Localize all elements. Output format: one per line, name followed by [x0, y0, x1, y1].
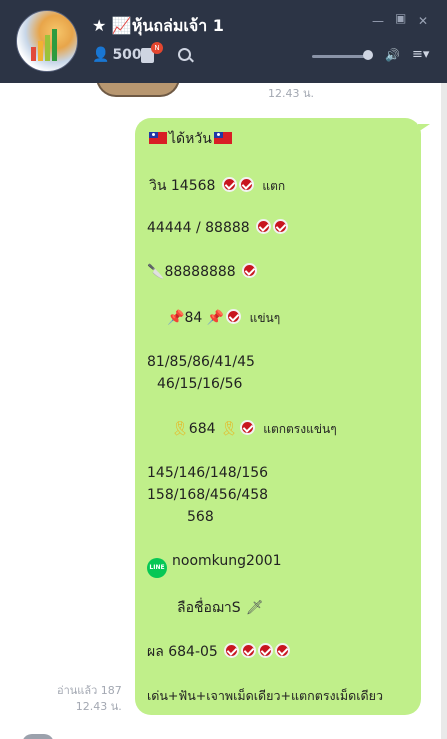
- knife-icon: 🔪: [147, 264, 165, 280]
- message-line-6a: 81/85/86/41/45: [147, 354, 255, 370]
- line9-text: noomkung2001: [172, 553, 282, 569]
- taiwan-flag-icon: [213, 132, 232, 144]
- line5-number: 84: [184, 310, 203, 326]
- avatar-bar: [38, 41, 43, 61]
- message-line-12: เด่น+ฟัน+เจาพเม็ดเดียว+แตกตรงเม็ดเดียว: [147, 688, 384, 703]
- taiwan-flag-icon: [149, 132, 167, 144]
- member-count[interactable]: 👤 500: [92, 47, 142, 63]
- message-line-9: LINE noomkung2001: [147, 553, 282, 578]
- ribbon-icon: 🎗: [219, 421, 238, 437]
- line7-suffix: แตกตรงแข่นๆ: [263, 422, 337, 436]
- previous-sticker: [96, 83, 180, 97]
- volume-slider[interactable]: [312, 50, 373, 60]
- message-line-8a: 145/146/148/156: [147, 465, 269, 481]
- message-line-1: ได้หวัน: [147, 128, 234, 150]
- check-icon: [224, 643, 240, 658]
- line2-suffix: แตก: [262, 179, 286, 193]
- member-count-value: 500: [112, 47, 142, 63]
- members-icon: 👤: [92, 47, 110, 63]
- check-icon: [258, 643, 274, 658]
- message-line-6b: 46/15/16/56: [157, 376, 243, 392]
- line1-text: ได้หวัน: [169, 131, 212, 147]
- notes-icon[interactable]: N: [141, 42, 163, 63]
- notes-badge: N: [151, 42, 163, 54]
- line2-text: วิน 14568: [149, 178, 216, 194]
- search-icon[interactable]: [178, 48, 191, 61]
- message-line-7: 🎗684 🎗 แตกตรงแข่นๆ: [171, 420, 337, 439]
- read-count: อ่านแล้ว 187: [57, 684, 122, 697]
- check-icon: [241, 643, 257, 658]
- group-title: ★ 📈หุ้นถล่มเจ้า 1: [92, 16, 224, 35]
- message-timestamp-top: 12.43 น.: [268, 87, 315, 100]
- message-line-2: วิน 14568 แตก: [149, 175, 285, 197]
- check-icon: [256, 219, 272, 234]
- check-icon: [242, 263, 258, 278]
- line5-suffix: แข่นๆ: [249, 311, 281, 325]
- menu-icon[interactable]: ≡▾: [412, 47, 429, 62]
- speaker-icon[interactable]: 🔊: [385, 48, 400, 62]
- message-line-3: 44444 / 88888: [147, 219, 289, 236]
- message-line-11: ผล 684-05: [147, 641, 291, 663]
- next-sender-avatar[interactable]: [22, 734, 54, 739]
- avatar-bar: [31, 47, 36, 61]
- pushpin-icon: 📌: [167, 310, 185, 326]
- message-line-10: ลือชื่อฌาS 🗡: [177, 597, 263, 619]
- message-line-8b: 158/168/456/458: [147, 487, 269, 503]
- ribbon-icon: 🎗: [171, 421, 189, 437]
- line3-text: 44444 / 88888: [147, 220, 250, 236]
- minimize-icon[interactable]: —: [372, 14, 384, 28]
- check-icon: [239, 420, 255, 435]
- maximize-icon[interactable]: ▣: [395, 11, 406, 25]
- chat-area: 12.43 น. ได้หวัน วิน 14568 แตก 44444 / 8…: [0, 83, 442, 739]
- line11-text: ผล 684-05: [147, 644, 218, 660]
- line10-text: ลือชื่อฌาS: [177, 600, 241, 616]
- close-icon[interactable]: ✕: [418, 14, 428, 28]
- message-timestamp: 12.43 น.: [75, 700, 122, 713]
- line7-number: 684: [188, 421, 216, 437]
- message-line-5: 📌84 📌 แข่นๆ: [167, 309, 280, 328]
- chat-scrollbar[interactable]: [441, 83, 447, 739]
- check-icon: [226, 309, 242, 324]
- line-app-icon: LINE: [147, 558, 167, 578]
- check-icon: [273, 219, 289, 234]
- read-receipt: อ่านแล้ว 187 12.43 น.: [57, 683, 122, 715]
- volume-slider-knob[interactable]: [363, 50, 373, 60]
- avatar-bar: [45, 35, 50, 61]
- group-avatar[interactable]: [16, 10, 78, 72]
- message-line-4: 🔪88888888: [147, 263, 258, 280]
- dagger-icon: 🗡: [245, 600, 264, 616]
- chat-header: ★ 📈หุ้นถล่มเจ้า 1 👤 500 N — ▣ ✕ 🔊 ≡▾: [0, 0, 447, 83]
- check-icon: [221, 177, 237, 192]
- check-icon: [275, 643, 291, 658]
- pushpin-icon: 📌: [206, 310, 225, 326]
- line4-text: 88888888: [164, 264, 236, 280]
- message-bubble[interactable]: ได้หวัน วิน 14568 แตก 44444 / 88888 🔪888…: [135, 118, 430, 715]
- message-line-8c: 568: [187, 509, 214, 525]
- avatar-bar: [52, 29, 57, 61]
- check-icon: [238, 177, 254, 192]
